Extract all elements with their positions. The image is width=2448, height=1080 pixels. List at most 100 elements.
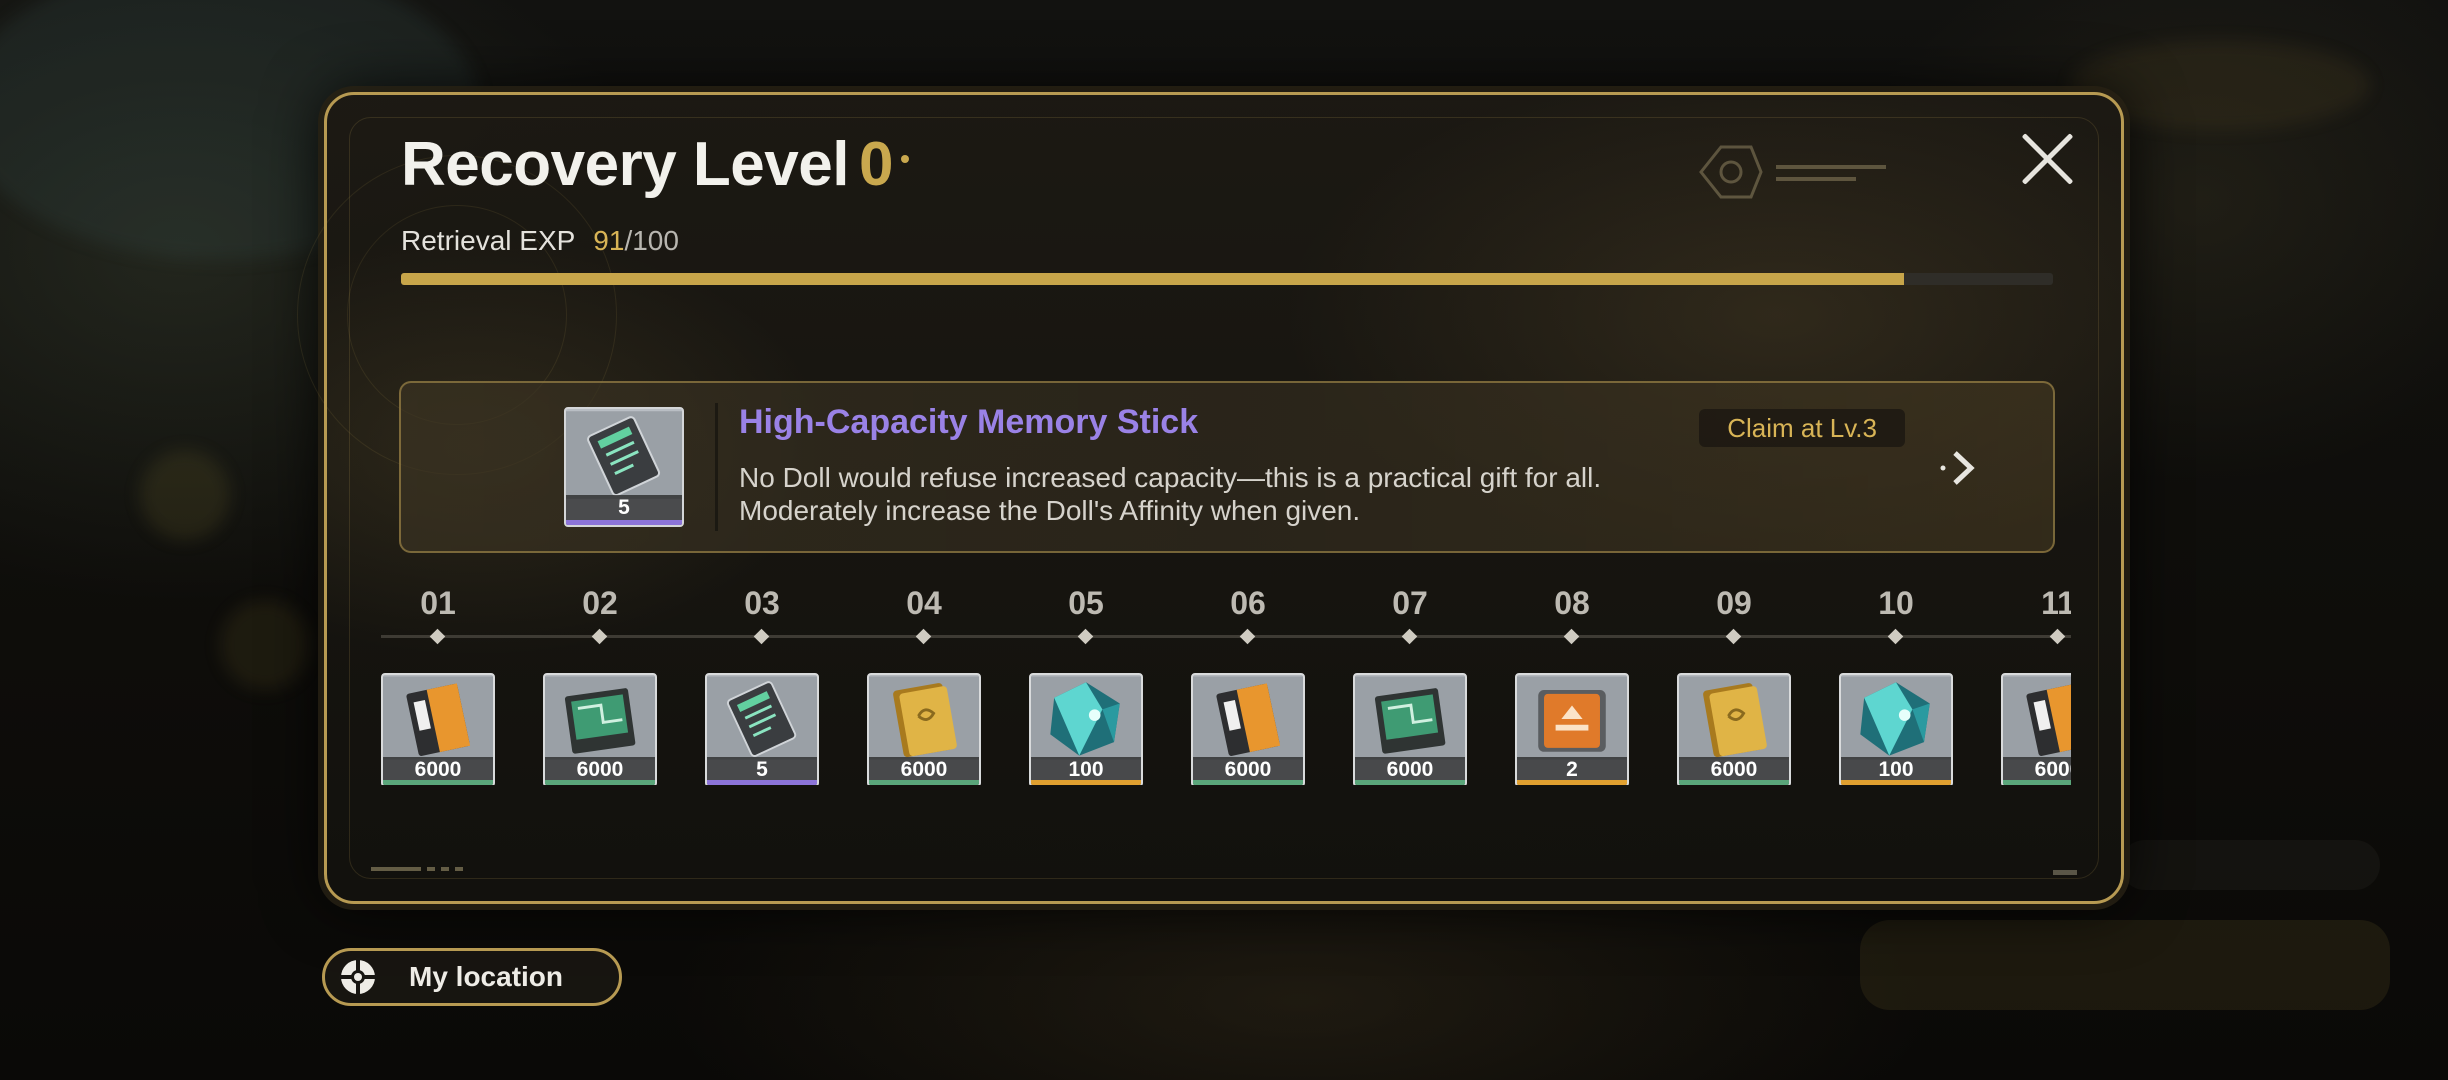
- background-glow: [140, 450, 230, 540]
- exp-progress-fill: [401, 273, 1905, 285]
- background-button-shadow: [2120, 840, 2380, 890]
- level-dot-icon: [1239, 628, 1256, 645]
- reward-slot[interactable]: 6000: [1353, 673, 1467, 785]
- reward-slot[interactable]: 2: [1515, 673, 1629, 785]
- rarity-bar: [1517, 780, 1627, 785]
- level-marker: 01: [381, 585, 498, 645]
- close-button[interactable]: [2017, 129, 2077, 189]
- reward-slot[interactable]: 6000: [2001, 673, 2071, 785]
- level-number: 11: [2041, 585, 2071, 621]
- featured-reward-item[interactable]: 5: [564, 407, 684, 527]
- reward-slot[interactable]: 100: [1839, 673, 1953, 785]
- reward-slot[interactable]: 6000: [1191, 673, 1305, 785]
- background-button-shadow: [1860, 920, 2390, 1010]
- my-location-button[interactable]: My location: [322, 948, 622, 1006]
- rarity-bar: [1355, 780, 1465, 785]
- recovery-level-modal: Recovery Level 0 Retrieval EXP 91 / 100 …: [297, 92, 2124, 904]
- rarity-bar: [1193, 780, 1303, 785]
- level-number: 03: [744, 585, 780, 621]
- rarity-bar: [1679, 780, 1789, 785]
- level-marker: 10: [1836, 585, 1956, 645]
- gold-bar-icon: [869, 676, 979, 760]
- orange-card-icon: [1193, 676, 1303, 760]
- exp-max: 100: [632, 225, 679, 256]
- rarity-bar: [1031, 780, 1141, 785]
- level-marker: 02: [540, 585, 660, 645]
- reward-slot[interactable]: 6000: [867, 673, 981, 785]
- recovery-level-value: 0: [858, 130, 894, 199]
- featured-reward-name: High-Capacity Memory Stick: [739, 403, 1199, 441]
- reward-slot[interactable]: 6000: [381, 673, 495, 785]
- locate-icon: [339, 958, 377, 996]
- level-marker: 11: [1998, 585, 2071, 645]
- background-glow: [220, 600, 310, 690]
- exp-row: Retrieval EXP 91 / 100: [401, 225, 679, 257]
- level-dot-icon: [2049, 628, 2066, 645]
- memory-stick-icon: [707, 676, 817, 760]
- chevron-right-icon[interactable]: [1937, 445, 1983, 491]
- level-dot-icon: [1401, 628, 1418, 645]
- level-marker: 09: [1674, 585, 1794, 645]
- level-marker: 08: [1512, 585, 1632, 645]
- title-dot-icon: [901, 155, 910, 163]
- page-title: Recovery Level: [401, 130, 849, 199]
- my-location-label: My location: [409, 961, 564, 992]
- level-marker: 05: [1026, 585, 1146, 645]
- rarity-bar: [869, 780, 979, 785]
- decor-ticks-icon: [371, 867, 463, 871]
- level-marker: 06: [1188, 585, 1308, 645]
- orange-card-icon: [2003, 676, 2071, 760]
- crystal-icon: [1031, 676, 1141, 760]
- reward-slot[interactable]: 6000: [1677, 673, 1791, 785]
- level-number: 02: [582, 585, 618, 621]
- reward-slot[interactable]: 6000: [543, 673, 657, 785]
- memory-stick-icon: [566, 411, 682, 499]
- level-number: 10: [1878, 585, 1914, 621]
- rarity-bar: [545, 780, 655, 785]
- level-dot-icon: [753, 628, 770, 645]
- level-dot-icon: [429, 628, 446, 645]
- level-number: 09: [1716, 585, 1752, 621]
- level-marker: 04: [864, 585, 984, 645]
- level-dot-icon: [1725, 628, 1742, 645]
- track-line: [381, 635, 2071, 638]
- featured-reward-description: No Doll would refuse increased capacity—…: [739, 461, 1739, 527]
- rarity-bar: [707, 780, 817, 785]
- level-number: 01: [420, 585, 456, 621]
- exp-separator: /: [624, 225, 633, 256]
- level-reward-track: 01 6000 02 6000 03 5 04 6000 05 100 06 6000 07 6000 08…: [381, 585, 2071, 785]
- level-dot-icon: [1077, 628, 1094, 645]
- level-number: 08: [1554, 585, 1590, 621]
- title-row: Recovery Level 0: [401, 129, 910, 200]
- rarity-bar: [2003, 780, 2071, 785]
- level-number: 05: [1068, 585, 1104, 621]
- level-dot-icon: [1563, 628, 1580, 645]
- orange-chip-icon: [1517, 676, 1627, 760]
- featured-reward-card[interactable]: 5 High-Capacity Memory Stick Claim at Lv…: [399, 381, 2055, 553]
- claim-level-badge: Claim at Lv.3: [1699, 409, 1905, 447]
- level-dot-icon: [591, 628, 608, 645]
- exp-progress-bar: [401, 273, 2053, 285]
- rarity-bar: [383, 780, 493, 785]
- rarity-bar: [566, 520, 682, 525]
- level-dot-icon: [1887, 628, 1904, 645]
- reward-slot[interactable]: 5: [705, 673, 819, 785]
- level-number: 06: [1230, 585, 1266, 621]
- level-marker: 03: [702, 585, 822, 645]
- feature-divider: [715, 403, 718, 531]
- exp-current: 91: [593, 225, 625, 256]
- level-number: 07: [1392, 585, 1428, 621]
- level-dot-icon: [915, 628, 932, 645]
- description-line: No Doll would refuse increased capacity—…: [739, 462, 1602, 493]
- reward-slot[interactable]: 100: [1029, 673, 1143, 785]
- level-marker: 07: [1350, 585, 1470, 645]
- orange-card-icon: [383, 676, 493, 760]
- rarity-bar: [1841, 780, 1951, 785]
- exp-label: Retrieval EXP: [401, 225, 576, 256]
- green-card-icon: [1355, 676, 1465, 760]
- level-number: 04: [906, 585, 942, 621]
- emblem-icon: [1699, 145, 1886, 199]
- decor-tick: [2053, 870, 2077, 875]
- crystal-icon: [1841, 676, 1951, 760]
- green-card-icon: [545, 676, 655, 760]
